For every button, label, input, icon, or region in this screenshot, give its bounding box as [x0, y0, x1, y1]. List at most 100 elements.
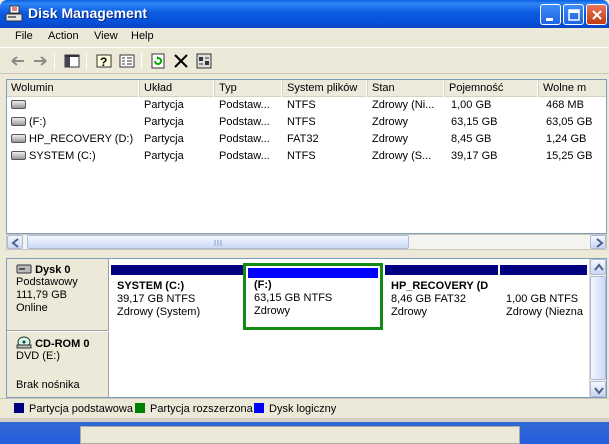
legend-logical-drive: Dysk logiczny — [254, 403, 336, 415]
disk-graphical-view: Dysk 0 Podstawowy 111,79 GB Online SYSTE… — [6, 258, 607, 398]
legend-extended-partition: Partycja rozszerzona — [135, 403, 253, 415]
cell-file-system: NTFS — [287, 150, 316, 162]
legend-swatch — [14, 403, 24, 413]
menu-help[interactable]: Help — [131, 30, 154, 42]
logical-drive-bar — [248, 268, 378, 278]
properties-icon[interactable] — [117, 52, 137, 70]
disk-0-status: Online — [16, 302, 48, 314]
cdrom-0-type: DVD (E:) — [16, 350, 60, 362]
column-header-capacity[interactable]: Pojemność — [445, 80, 539, 97]
status-bar — [80, 426, 520, 444]
column-header-type[interactable]: Typ — [215, 80, 283, 97]
cell-capacity: 1,00 GB — [451, 99, 492, 111]
toolbar-separator — [141, 53, 142, 69]
volume-icon — [11, 134, 26, 143]
legend-primary-partition: Partycja podstawowa — [14, 403, 133, 415]
legend-label: Partycja rozszerzona — [150, 403, 253, 415]
show-hide-console-tree-icon[interactable] — [62, 52, 82, 70]
maximize-button[interactable] — [563, 4, 584, 25]
partition-f-selected[interactable]: (F:) 63,15 GB NTFS Zdrowy — [243, 263, 383, 330]
table-row[interactable]: (F:) Partycja Podstaw... NTFS Zdrowy 63,… — [7, 114, 606, 131]
partition-unnamed[interactable]: 1,00 GB NTFS Zdrowy (Niezna — [500, 265, 587, 329]
help-icon[interactable]: ? — [94, 52, 114, 70]
cell-type: Podstaw... — [219, 150, 270, 162]
column-header-free-space[interactable]: Wolne m — [539, 80, 606, 97]
legend-swatch — [135, 403, 145, 413]
table-row[interactable]: SYSTEM (C:) Partycja Podstaw... NTFS Zdr… — [7, 148, 606, 165]
arrow-down-icon — [594, 387, 604, 395]
partition-system-c[interactable]: SYSTEM (C:) 39,17 GB NTFS Zdrowy (System… — [111, 265, 244, 329]
scroll-thumb[interactable] — [27, 235, 409, 249]
volume-list-header: Wolumin Układ Typ System plików Stan Poj… — [7, 80, 606, 97]
toolbar-separator — [54, 53, 55, 69]
title-bar: Disk Management — [0, 0, 609, 28]
primary-partition-bar — [500, 265, 587, 275]
cell-type: Podstaw... — [219, 116, 270, 128]
cell-type: Podstaw... — [219, 99, 270, 111]
cd-drive-icon — [16, 336, 32, 349]
cell-free-space: 1,24 GB — [546, 133, 587, 145]
disk-0-title: Dysk 0 — [16, 263, 108, 276]
table-row[interactable]: Partycja Podstaw... NTFS Zdrowy (Ni... 1… — [7, 97, 606, 114]
cell-file-system: NTFS — [287, 116, 316, 128]
cdrom-0-name: CD-ROM 0 — [35, 338, 90, 350]
menu-view[interactable]: View — [94, 30, 118, 42]
cell-type: Podstaw... — [219, 133, 270, 145]
menu-file[interactable]: File — [15, 30, 33, 42]
volume-list: Wolumin Układ Typ System plików Stan Poj… — [6, 79, 607, 234]
column-header-status[interactable]: Stan — [368, 80, 445, 97]
disk-0-type: Podstawowy — [16, 276, 78, 288]
partition-size: 8,46 GB FAT32 — [391, 293, 467, 305]
cell-status: Zdrowy — [372, 133, 409, 145]
back-arrow-icon[interactable] — [8, 52, 28, 70]
cell-volume: SYSTEM (C:) — [29, 150, 96, 162]
arrow-up-icon — [594, 263, 604, 271]
settings-icon[interactable] — [194, 52, 214, 70]
cell-file-system: FAT32 — [287, 133, 319, 145]
scroll-right-button[interactable] — [590, 235, 606, 249]
cell-capacity: 63,15 GB — [451, 116, 498, 128]
disk-management-app-icon[interactable] — [5, 5, 23, 22]
forward-arrow-icon[interactable] — [30, 52, 50, 70]
legend-label: Dysk logiczny — [269, 403, 337, 415]
partition-status: Zdrowy (Niezna — [506, 306, 584, 318]
column-header-file-system[interactable]: System plików — [283, 80, 368, 97]
scroll-down-button[interactable] — [590, 381, 606, 397]
arrow-left-icon — [11, 238, 19, 248]
horizontal-scrollbar[interactable] — [6, 234, 607, 250]
cell-status: Zdrowy (Ni... — [372, 99, 435, 111]
partition-hp-recovery-d[interactable]: HP_RECOVERY (D 8,46 GB FAT32 Zdrowy — [385, 265, 498, 329]
scroll-left-button[interactable] — [7, 235, 23, 249]
menu-bar: File Action View Help — [0, 28, 609, 47]
cell-capacity: 39,17 GB — [451, 150, 498, 162]
table-row[interactable]: HP_RECOVERY (D:) Partycja Podstaw... FAT… — [7, 131, 606, 148]
delete-icon[interactable] — [171, 52, 191, 70]
vertical-scroll-thumb[interactable] — [590, 276, 606, 380]
column-header-volume[interactable]: Wolumin — [7, 80, 140, 97]
minimize-button[interactable] — [540, 4, 561, 25]
cell-layout: Partycja — [144, 99, 184, 111]
column-header-layout[interactable]: Układ — [140, 80, 215, 97]
cdrom-0-label[interactable]: CD-ROM 0 DVD (E:) Brak nośnika — [7, 332, 109, 397]
partition-status: Zdrowy — [254, 305, 291, 317]
svg-text:?: ? — [100, 55, 107, 69]
disk-0-label[interactable]: Dysk 0 Podstawowy 111,79 GB Online — [7, 259, 109, 331]
close-button[interactable] — [586, 4, 607, 25]
maximize-icon — [568, 9, 580, 21]
toolbar-separator — [86, 53, 87, 69]
legend-bar: Partycja podstawowa Partycja rozszerzona… — [0, 398, 609, 418]
legend-swatch — [254, 403, 264, 413]
partition-size: 39,17 GB NTFS — [117, 293, 196, 305]
cell-volume: (F:) — [29, 116, 47, 128]
menu-action[interactable]: Action — [48, 30, 79, 42]
cell-status: Zdrowy (S... — [372, 150, 432, 162]
refresh-icon[interactable] — [148, 52, 168, 70]
arrow-right-icon — [596, 238, 604, 248]
cell-file-system: NTFS — [287, 99, 316, 111]
scroll-up-button[interactable] — [590, 259, 606, 275]
primary-partition-bar — [385, 265, 498, 275]
hard-disk-icon — [16, 264, 32, 274]
vertical-scrollbar[interactable] — [589, 259, 606, 397]
partition-size: 1,00 GB NTFS — [506, 293, 579, 305]
partition-status: Zdrowy — [391, 306, 428, 318]
